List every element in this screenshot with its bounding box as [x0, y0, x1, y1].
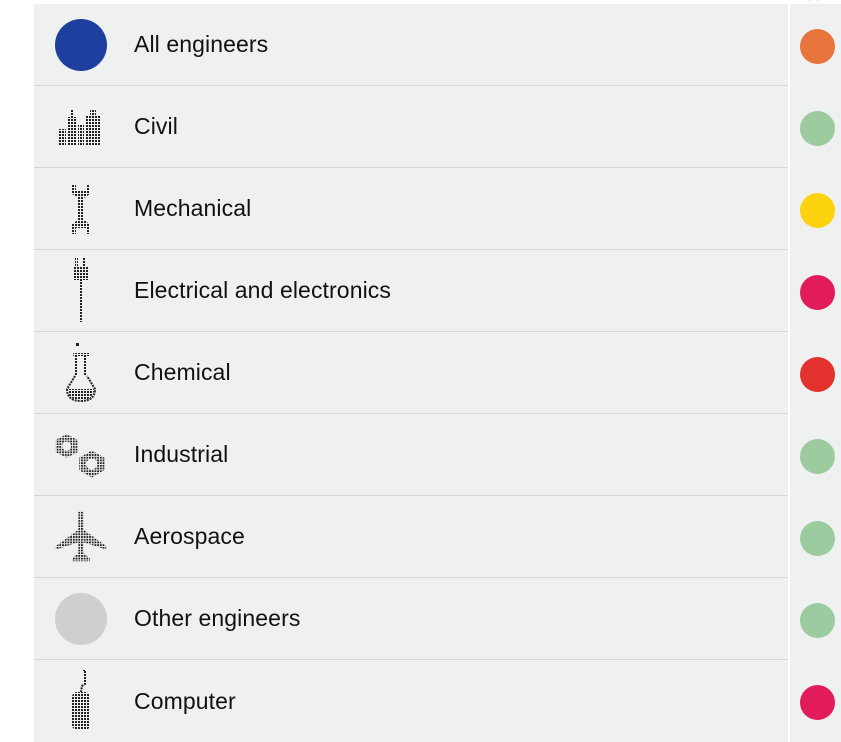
list-item-label: Mechanical — [134, 195, 252, 221]
list-item-label: Electrical and electronics — [134, 277, 391, 303]
list-item-mechanical[interactable]: Mechanical — [34, 168, 788, 250]
wrench-icon — [54, 182, 108, 236]
list-item-industrial[interactable]: Industrial — [34, 414, 788, 496]
status-dot — [800, 603, 835, 638]
status-dot — [800, 275, 835, 310]
blue-dot-icon — [54, 18, 108, 72]
status-dot — [800, 111, 835, 146]
list-item-label: Industrial — [134, 441, 229, 467]
airplane-icon — [54, 510, 108, 564]
list-item-electrical[interactable]: Electrical and electronics — [34, 250, 788, 332]
list-item-label: Other engineers — [134, 605, 301, 631]
status-dot — [800, 357, 835, 392]
status-dot — [800, 521, 835, 556]
list-item-label: Civil — [134, 113, 178, 139]
list-item-computer[interactable]: Computer — [34, 660, 788, 742]
indicator-column — [790, 4, 841, 742]
list-item-chemical[interactable]: Chemical — [34, 332, 788, 414]
list-item-other-engineers[interactable]: Other engineers — [34, 578, 788, 660]
status-dot — [800, 439, 835, 474]
engineer-category-list: All engineers Civil Mechanical Electrica… — [34, 4, 788, 742]
computer-mouse-icon — [54, 670, 108, 730]
gears-icon — [54, 428, 108, 482]
flask-icon — [54, 342, 108, 402]
gray-dot-icon — [54, 592, 108, 646]
list-item-aerospace[interactable]: Aerospace — [34, 496, 788, 578]
list-item-label: Aerospace — [134, 523, 245, 549]
list-item-civil[interactable]: Civil — [34, 86, 788, 168]
list-item-label: Computer — [134, 687, 236, 714]
list-item-label: All engineers — [134, 31, 269, 57]
list-item-label: Chemical — [134, 359, 231, 385]
status-dot — [800, 685, 835, 720]
list-item-all-engineers[interactable]: All engineers — [34, 4, 788, 86]
plug-icon — [54, 257, 108, 322]
status-dot — [800, 29, 835, 64]
buildings-icon — [54, 100, 108, 154]
status-dot — [800, 193, 835, 228]
